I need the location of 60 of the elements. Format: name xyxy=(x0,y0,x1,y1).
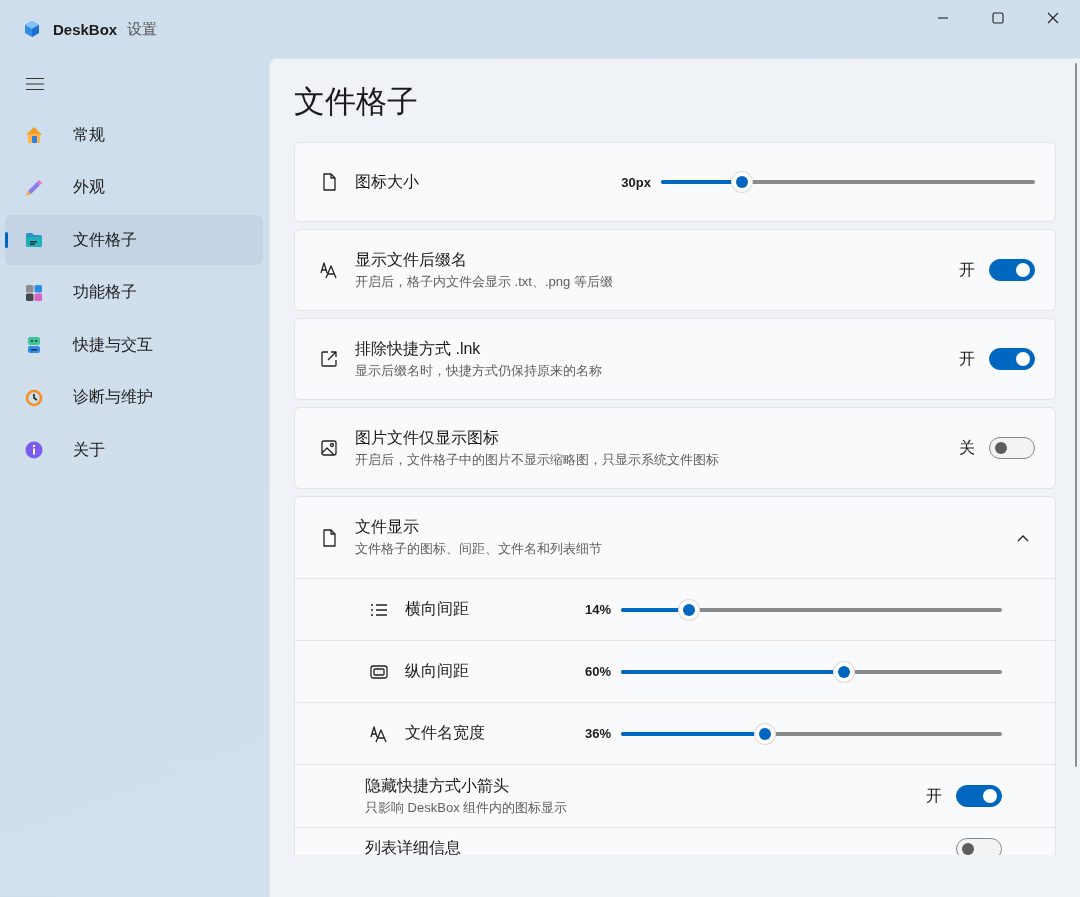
setting-title: 列表详细信息 xyxy=(365,838,462,855)
sidebar-item[interactable]: 文件格子 xyxy=(5,215,263,265)
slider-value: 30px xyxy=(621,174,651,190)
slider-thumb[interactable] xyxy=(833,661,854,682)
sidebar-item[interactable]: 诊断与维护 xyxy=(5,372,263,423)
setting-description: 显示后缀名时，快捷方式仍保持原来的名称 xyxy=(355,361,603,380)
setting-description: 开启后，格子内文件会显示 .txt、.png 等后缀 xyxy=(355,272,614,291)
slider[interactable] xyxy=(621,660,1002,683)
sidebar-item[interactable]: 快捷与交互 xyxy=(5,320,263,370)
folder-icon xyxy=(24,230,44,250)
sidebar-item[interactable]: 功能格子 xyxy=(5,267,263,318)
pencil-icon xyxy=(24,177,44,198)
toggle-switch[interactable] xyxy=(989,348,1035,370)
setting-description: 只影响 DeskBox 组件内的图标显示 xyxy=(365,798,569,817)
tiles-icon xyxy=(24,282,44,303)
slider-value: 60% xyxy=(583,664,611,679)
scrollbar[interactable] xyxy=(1075,63,1077,767)
toggle-switch[interactable] xyxy=(956,838,1002,855)
setting-description: 开启后，文件格子中的图片不显示缩略图，只显示系统文件图标 xyxy=(355,450,720,469)
setting-title: 图片文件仅显示图标 xyxy=(355,427,500,448)
setting-description: 文件格子的图标、间距、文件名和列表细节 xyxy=(355,540,603,558)
slider-thumb[interactable] xyxy=(754,723,775,744)
slider[interactable] xyxy=(661,171,1035,193)
state-label: 开 xyxy=(926,785,942,806)
state-label: 关 xyxy=(959,437,975,458)
slider-thumb[interactable] xyxy=(679,599,700,620)
sidebar-item[interactable]: 外观 xyxy=(5,162,263,213)
setting-title: 图标大小 xyxy=(355,171,420,192)
setting-title: 纵向间距 xyxy=(405,661,470,681)
setting-title: 文件显示 xyxy=(355,517,420,537)
toggle-switch[interactable] xyxy=(989,437,1035,459)
slider[interactable] xyxy=(621,722,1002,745)
menu-icon xyxy=(26,77,44,91)
app-name: DeskBox xyxy=(53,20,118,38)
open-external-icon xyxy=(319,349,339,369)
house-icon xyxy=(24,125,44,145)
slider-thumb[interactable] xyxy=(732,172,753,192)
setting-title: 文件名宽度 xyxy=(405,723,486,743)
window-title: 设置 xyxy=(127,19,158,39)
state-label: 开 xyxy=(959,259,975,280)
slider-value: 36% xyxy=(583,726,611,741)
setting-title: 横向间距 xyxy=(405,599,470,619)
sidebar-item[interactable]: 关于 xyxy=(5,425,263,475)
sidebar-item[interactable]: 常规 xyxy=(5,110,263,160)
clock-icon xyxy=(24,387,44,408)
page-title: 文件格子 xyxy=(294,83,419,121)
setting-title: 隐藏快捷方式小箭头 xyxy=(365,775,510,796)
close-icon xyxy=(1046,12,1059,24)
state-label: 开 xyxy=(959,348,975,369)
maximize-icon xyxy=(991,12,1004,24)
app-logo-icon xyxy=(22,19,42,39)
setting-title: 排除快捷方式 .lnk xyxy=(355,338,482,359)
toggle-switch[interactable] xyxy=(989,259,1035,281)
font-size-icon xyxy=(319,260,339,280)
toggle-switch[interactable] xyxy=(956,785,1002,807)
setting-title: 显示文件后缀名 xyxy=(355,249,468,270)
image-icon xyxy=(319,438,339,458)
info-icon xyxy=(24,440,44,460)
slider[interactable] xyxy=(621,598,1002,621)
slider-value: 14% xyxy=(583,602,611,617)
